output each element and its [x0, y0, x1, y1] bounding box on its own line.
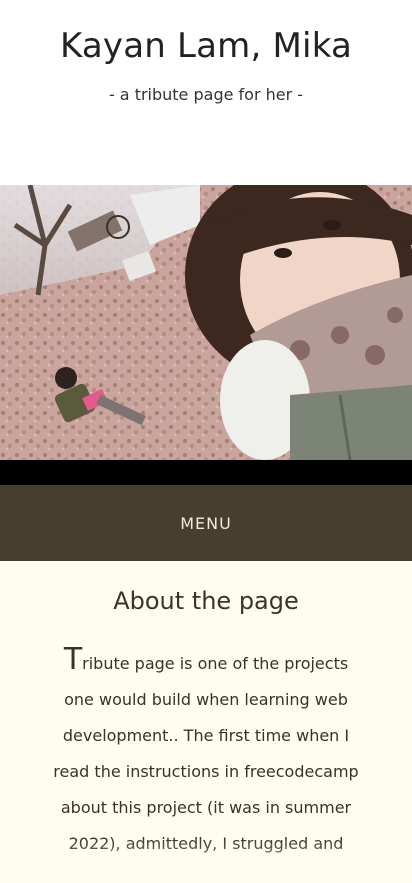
page-title: Kayan Lam, Mika	[59, 26, 353, 66]
site-header: Kayan Lam, Mika - a tribute page for her…	[0, 0, 412, 185]
page-subtitle: - a tribute page for her -	[108, 85, 304, 104]
about-text: ribute page is one of the projects one w…	[53, 654, 359, 853]
about-paragraph: Tribute page is one of the projects one …	[51, 617, 361, 862]
hero-photo	[0, 185, 412, 460]
drop-cap: T	[63, 642, 83, 677]
about-section: About the page Tribute page is one of th…	[0, 561, 412, 883]
menu-button[interactable]: MENU	[180, 514, 232, 533]
fade-overlay	[0, 838, 412, 883]
photo-icon	[0, 185, 412, 460]
hero-bottom-band	[0, 460, 412, 485]
page: Kayan Lam, Mika - a tribute page for her…	[0, 0, 412, 883]
about-title: About the page	[113, 587, 299, 615]
menu-bar: MENU	[0, 485, 412, 561]
